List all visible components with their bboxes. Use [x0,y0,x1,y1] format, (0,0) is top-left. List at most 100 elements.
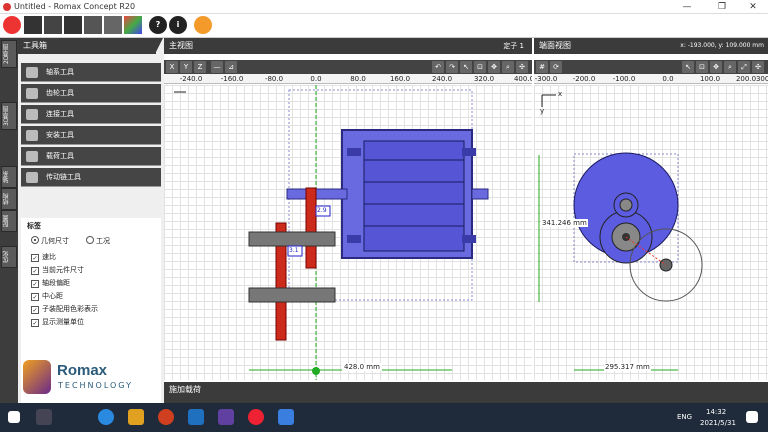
checkbox[interactable]: ✓ [31,306,39,314]
checkbox[interactable]: ✓ [31,319,39,327]
redo-icon[interactable]: ↷ [446,61,458,73]
radio-geometry[interactable]: 几何尺寸 [31,236,69,246]
settings-colors-icon[interactable] [124,16,142,34]
fit-all-icon[interactable]: ✣ [752,61,764,73]
import-icon[interactable] [104,16,122,34]
checkbox-component-size[interactable]: ✓ 当前元件尺寸 [31,265,84,275]
tool-gear[interactable]: 齿轮工具 [21,84,161,103]
brand-name: Romax [57,362,108,379]
ratio-label: 2.9 [317,207,327,214]
checkbox-label: 当前元件尺寸 [42,266,84,274]
ruler-tick: 0.0 [310,75,322,83]
tab-optimize[interactable]: 优化 [1,246,17,268]
tab-shaft[interactable]: 轴系 [1,166,17,188]
rotate-icon[interactable]: ⟳ [550,61,562,73]
tool-mount[interactable]: 安装工具 [21,126,161,145]
radio-dot[interactable] [86,236,94,244]
romax-logo [23,360,51,394]
minimize-button[interactable]: — [676,1,698,13]
ruler-tick: -240.0 [179,75,203,83]
tool-shaft[interactable]: 轴系工具 [21,63,161,82]
tool-drivetrain[interactable]: 传动链工具 [21,168,161,187]
app-menu-icon[interactable] [3,16,21,34]
line-tool-button[interactable]: — [211,61,223,73]
radio-loadcase[interactable]: 工况 [86,236,110,246]
tab-config[interactable]: 配置 [1,210,17,232]
undo-icon[interactable]: ↶ [432,61,444,73]
new-file-icon[interactable] [24,16,42,34]
help-icon[interactable]: ? [149,16,167,34]
tab-3d-sketch[interactable]: 3D草图 [1,102,17,130]
checkbox[interactable]: ✓ [31,267,39,275]
cursor-coords: x: -193.000, y: 109.000 mm [680,42,764,49]
info-icon[interactable]: i [169,16,187,34]
ruler-tick: 200.0 [735,75,757,83]
app-icon-purple[interactable] [218,409,234,425]
language-indicator[interactable]: ENG [677,413,692,421]
select-icon[interactable]: ↖ [460,61,472,73]
task-view-icon[interactable] [36,409,52,425]
left-tab-strip: 2D草图 3D草图 轴系 结构 配置 优化 [0,38,18,403]
maximize-button[interactable]: ❐ [711,1,733,13]
checkbox-label: 速比 [42,253,56,261]
checkbox-center-distance[interactable]: ✓ 中心距 [31,291,63,301]
radio-label: 工况 [96,237,110,245]
grid-icon[interactable]: # [536,61,548,73]
explorer-icon[interactable] [128,409,144,425]
angle-tool-button[interactable]: ⊿ [225,61,237,73]
app-icon-red[interactable] [158,409,174,425]
checkbox-show-units[interactable]: ✓ 显示测量单位 [31,317,84,327]
fit-icon[interactable]: ⤢ [738,61,750,73]
clock-time: 14:32 [706,408,727,416]
pan-icon[interactable]: ✥ [710,61,722,73]
view-z-button[interactable]: Z [194,61,206,73]
select-icon[interactable]: ↖ [682,61,694,73]
zoom-icon[interactable]: ⌕ [502,61,514,73]
drivetrain-icon [26,172,38,183]
app-icon [3,3,11,11]
view-x-button[interactable]: X [166,61,178,73]
checkbox[interactable]: ✓ [31,293,39,301]
plugin-icon[interactable] [194,16,212,34]
pan-icon[interactable]: ✥ [488,61,500,73]
tool-label: 齿轮工具 [46,89,74,97]
checkbox-shaft-offset[interactable]: ✓ 轴段偏距 [31,278,70,288]
tool-label: 安装工具 [46,131,74,139]
save-icon[interactable] [64,16,82,34]
side-canvas[interactable]: 341.246 mm 295.317 mm x y [534,85,768,380]
app-icon-blue[interactable] [188,409,204,425]
toolbox-panel: 工具箱 轴系工具 齿轮工具 连接工具 安装工具 载荷工具 传动链工具 标签 几何… [18,38,164,403]
side-ruler: -300.0 -200.0 -100.0 0.0 100.0 200.0 300… [534,74,768,84]
zoom-icon[interactable]: ⌕ [724,61,736,73]
close-button[interactable]: ✕ [742,1,764,13]
tab-structure[interactable]: 结构 [1,188,17,210]
main-view-title: 主视图 [169,41,193,50]
radio-label: 几何尺寸 [41,237,69,245]
checkbox-ratio[interactable]: ✓ 速比 [31,252,56,262]
load-bar[interactable]: 施加载荷 [164,382,768,403]
side-view-header: 端面视图 x: -193.000, y: 109.000 mm [534,38,768,54]
romax-taskbar-icon[interactable] [248,409,264,425]
title-bar: Untitled - Romax Concept R20 — ❐ ✕ [0,0,768,14]
checkbox[interactable]: ✓ [31,254,39,262]
chrome-icon[interactable] [98,409,114,425]
load-icon [26,151,38,162]
ruler-tick: -200.0 [572,75,596,83]
checkbox[interactable]: ✓ [31,280,39,288]
tool-load[interactable]: 载荷工具 [21,147,161,166]
export-icon[interactable] [84,16,102,34]
tab-2d-sketch[interactable]: 2D草图 [1,40,17,68]
fit-icon[interactable]: ✣ [516,61,528,73]
zoom-box-icon[interactable]: ⊡ [696,61,708,73]
main-canvas[interactable]: 2.9 3.1 428.0 mm [164,85,532,380]
tool-connect[interactable]: 连接工具 [21,105,161,124]
notification-icon[interactable] [746,411,758,423]
radio-dot[interactable] [31,236,39,244]
zoom-box-icon[interactable]: ⊡ [474,61,486,73]
zoom-app-icon[interactable] [278,409,294,425]
open-folder-icon[interactable] [44,16,62,34]
ruler-tick: 320.0 [473,75,495,83]
view-y-button[interactable]: Y [180,61,192,73]
checkbox-subassembly-color[interactable]: ✓ 子装配用色彩表示 [31,304,98,314]
start-icon[interactable] [8,411,20,423]
